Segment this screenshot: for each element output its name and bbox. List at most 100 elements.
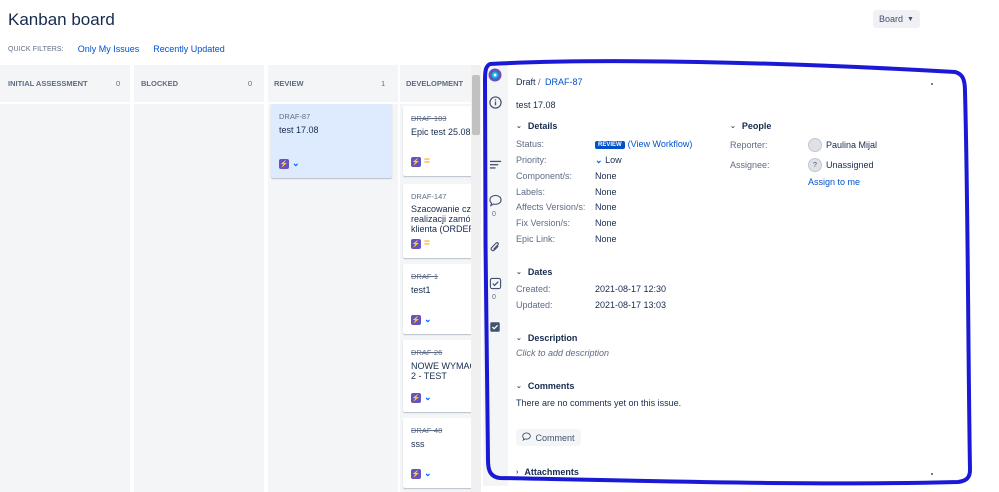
- avatar: [808, 138, 822, 152]
- attachments-menu-icon[interactable]: [931, 473, 933, 475]
- no-comments-text: There are no comments yet on this issue.: [516, 398, 682, 408]
- comment-button-label: Comment: [535, 432, 575, 443]
- section-title: Description: [527, 333, 578, 343]
- issue-summary-line: NOWE WYMAG: [411, 361, 472, 371]
- priority-value[interactable]: ⌄ Low: [595, 155, 622, 166]
- priority-medium-icon: =: [424, 156, 430, 167]
- column-blocked: BLOCKED 0: [134, 65, 264, 492]
- epic-lightning-icon: ⚡: [411, 468, 421, 479]
- epic-lightning-icon: ⚡: [411, 314, 421, 325]
- fix-version-value[interactable]: None: [595, 218, 617, 228]
- status-value: REVIEW (View Workflow): [595, 139, 692, 149]
- subtask-count: 0: [492, 294, 496, 301]
- board-button-label: Board: [879, 14, 904, 24]
- dates-section-toggle[interactable]: ⌄ Dates: [516, 267, 552, 277]
- quick-filters: QUICK FILTERS: Only My Issues Recently U…: [8, 44, 225, 54]
- section-title: People: [741, 121, 772, 131]
- issue-key-link[interactable]: DRAF-87: [545, 77, 583, 87]
- updated-label: Updated:: [516, 300, 553, 310]
- column-title: REVIEW: [274, 79, 304, 88]
- issue-card[interactable]: DRAF-48 sss ⚡ ⌄: [403, 418, 472, 488]
- project-avatar-icon[interactable]: [488, 68, 502, 82]
- issue-summary[interactable]: test 17.08: [516, 100, 556, 110]
- checklist-icon[interactable]: [488, 320, 502, 334]
- issue-summary: test1: [411, 285, 431, 295]
- issue-card[interactable]: DRAF-103 Epic test 25.08. ⚡ =: [403, 106, 472, 176]
- issue-card[interactable]: DRAF-87 test 17.08 ⚡ ⌄: [271, 104, 392, 178]
- epic-lightning-icon: ⚡: [411, 238, 421, 249]
- filter-recently-updated[interactable]: Recently Updated: [153, 44, 225, 54]
- comment-icon: [522, 432, 532, 443]
- components-value[interactable]: None: [595, 171, 617, 181]
- chevron-down-icon: ⌄: [516, 335, 522, 342]
- page-title: Kanban board: [8, 10, 115, 29]
- issue-key: DRAF-48: [411, 426, 443, 435]
- attachments-section-toggle[interactable]: › Attachments: [516, 467, 579, 477]
- chevron-down-icon: ▼: [907, 15, 914, 23]
- affects-version-value[interactable]: None: [595, 202, 617, 212]
- view-workflow-link[interactable]: (View Workflow): [628, 139, 693, 149]
- reporter-label: Reporter:: [730, 140, 768, 150]
- description-placeholder[interactable]: Click to add description: [516, 348, 609, 358]
- column-body[interactable]: DRAF-87 test 17.08 ⚡ ⌄: [268, 102, 398, 492]
- assignee-value[interactable]: Unassigned: [826, 160, 874, 170]
- epic-link-label: Epic Link:: [516, 234, 556, 244]
- issue-key: DRAF-26: [411, 348, 443, 357]
- attachment-icon[interactable]: [488, 240, 502, 254]
- info-icon[interactable]: [488, 95, 502, 109]
- board-scrollbar[interactable]: [471, 65, 481, 492]
- board-menu-button[interactable]: Board ▼: [873, 10, 920, 28]
- comments-section-toggle[interactable]: ⌄ Comments: [516, 381, 574, 391]
- status-lozenge[interactable]: REVIEW: [595, 141, 625, 149]
- breadcrumb-project[interactable]: Draft: [516, 77, 536, 87]
- breadcrumb-separator: /: [538, 77, 541, 87]
- column-count: 0: [116, 79, 121, 88]
- issue-summary-line: Szacowanie cza: [411, 204, 472, 214]
- section-title: Details: [527, 121, 558, 131]
- chevron-down-icon: ⌄: [516, 269, 522, 276]
- details-section-toggle[interactable]: ⌄ Details: [516, 121, 557, 131]
- column-count: 1: [381, 79, 386, 88]
- chevron-down-icon: ⌄: [516, 123, 522, 130]
- column-body[interactable]: [134, 102, 264, 492]
- column-title: DEVELOPMENT: [406, 79, 464, 88]
- issue-summary-line: 2 - TEST: [411, 371, 447, 381]
- updated-value: 2021-08-17 13:03: [595, 300, 667, 310]
- unassigned-avatar-icon: ?: [808, 158, 822, 172]
- reporter-value[interactable]: Paulina Mijal: [826, 140, 877, 150]
- column-body[interactable]: DRAF-103 Epic test 25.08. ⚡ = DRAF-147 S…: [400, 102, 472, 492]
- epic-lightning-icon: ⚡: [411, 156, 421, 167]
- status-label: Status:: [516, 139, 545, 149]
- add-comment-button[interactable]: Comment: [516, 429, 581, 446]
- issue-card[interactable]: DRAF-147 Szacowanie cza realizacji zamó …: [403, 184, 472, 258]
- people-section-toggle[interactable]: ⌄ People: [730, 121, 771, 131]
- chevron-down-icon: ⌄: [730, 123, 736, 130]
- affects-version-label: Affects Version/s:: [516, 202, 586, 212]
- priority-low-icon: ⌄: [292, 158, 300, 168]
- scrollbar-thumb[interactable]: [472, 75, 480, 135]
- assign-to-me-link[interactable]: Assign to me: [808, 177, 860, 187]
- labels-label: Labels:: [516, 187, 546, 197]
- comment-icon[interactable]: [488, 193, 502, 207]
- priority-low-icon: ⌄: [424, 468, 432, 478]
- column-development: DEVELOPMENT DRAF-103 Epic test 25.08. ⚡ …: [400, 65, 472, 492]
- fix-version-label: Fix Version/s:: [516, 218, 571, 228]
- priority-label: Priority:: [516, 155, 547, 165]
- description-section-toggle[interactable]: ⌄ Description: [516, 333, 577, 343]
- filter-only-my-issues[interactable]: Only My Issues: [78, 44, 140, 54]
- quick-filters-label: QUICK FILTERS:: [8, 45, 64, 53]
- issue-card[interactable]: DRAF-26 NOWE WYMAG 2 - TEST ⚡ ⌄: [403, 340, 472, 412]
- labels-value[interactable]: None: [595, 187, 617, 197]
- column-body[interactable]: [0, 102, 130, 492]
- issue-key: DRAF-87: [279, 112, 311, 121]
- priority-low-icon: ⌄: [424, 314, 432, 324]
- priority-text: Low: [605, 155, 622, 165]
- description-icon[interactable]: [488, 157, 502, 171]
- priority-medium-icon: =: [424, 238, 430, 249]
- subtask-icon[interactable]: [488, 276, 502, 290]
- epic-link-value[interactable]: None: [595, 234, 617, 244]
- issue-summary-line: realizacji zamó: [411, 214, 471, 224]
- more-actions-icon[interactable]: [931, 83, 933, 85]
- issue-card[interactable]: DRAF-1 test1 ⚡ ⌄: [403, 264, 472, 334]
- created-label: Created:: [516, 284, 551, 294]
